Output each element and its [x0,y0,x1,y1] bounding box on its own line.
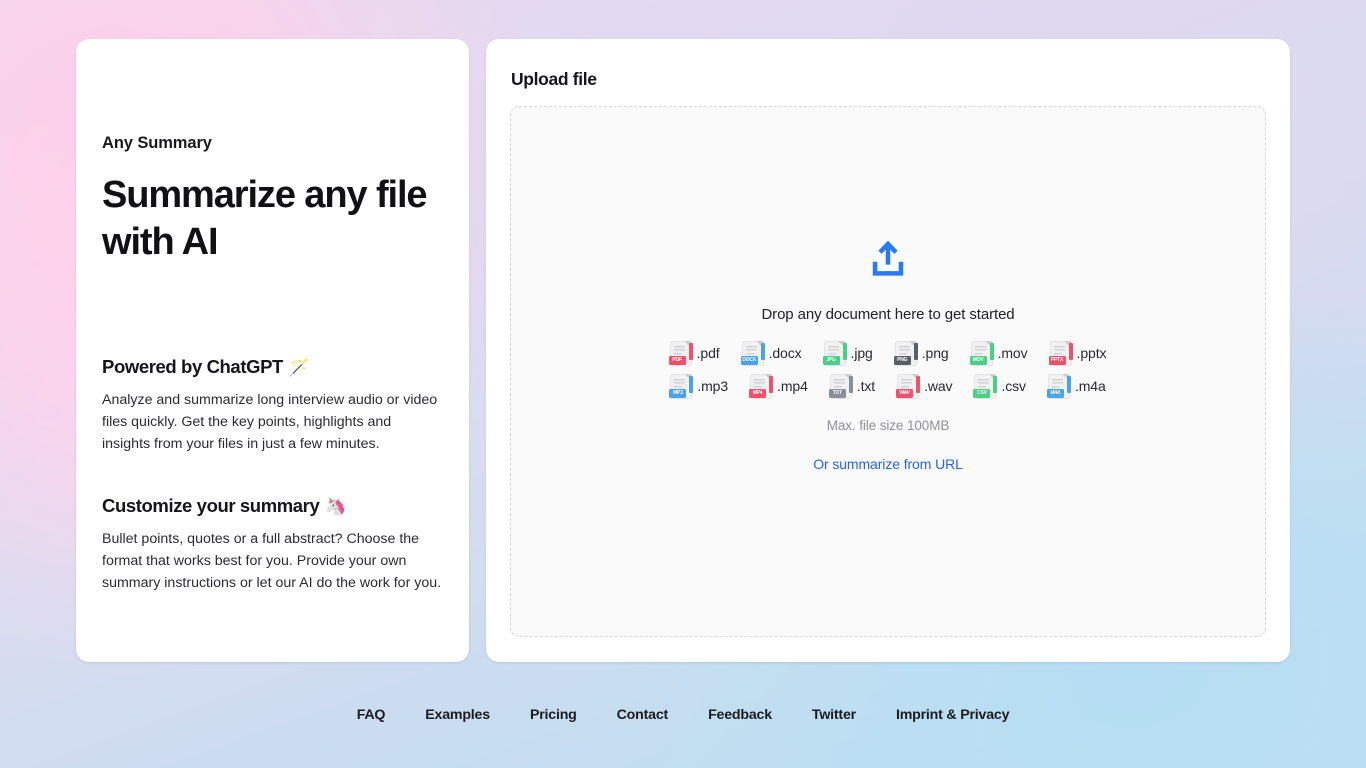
feature-customize-your-summary: Customize your summary 🦄 Bullet points, … [102,495,443,594]
file-type-mov: MOV .mov [971,341,1028,366]
feature-body: Bullet points, quotes or a full abstract… [102,528,443,594]
footer-link-faq[interactable]: FAQ [337,701,406,729]
max-file-size-label: Max. file size 100MB [827,418,950,433]
file-type-label: .m4a [1075,378,1106,394]
file-type-wav: WAV .wav [897,374,952,399]
brand-name: Any Summary [102,134,443,153]
file-type-png: PNG .png [895,341,949,366]
file-type-label: .png [922,345,949,361]
summarize-from-url-link[interactable]: Or summarize from URL [813,456,963,472]
file-type-pdf: PDF .pdf [670,341,720,366]
feature-powered-by-chatgpt: Powered by ChatGPT 🪄 Analyze and summari… [102,356,443,455]
magic-wand-icon: 🪄 [289,359,310,376]
feature-title-text: Powered by ChatGPT [102,356,283,378]
mov-file-icon: MOV [971,341,993,366]
pdf-file-icon: PDF [670,341,692,366]
m4a-file-icon: M4A [1048,374,1070,399]
file-type-docx: DOCX .docx [742,341,802,366]
footer-nav: FAQExamplesPricingContactFeedbackTwitter… [0,662,1366,768]
file-type-mp3: MP3 .mp3 [670,374,728,399]
file-type-label: .txt [857,378,875,394]
footer-link-twitter[interactable]: Twitter [792,701,876,729]
csv-file-icon: CSV [974,374,996,399]
dropzone-content: Drop any document here to get started PD… [670,238,1107,472]
upload-arrow-icon [867,238,909,280]
pptx-file-icon: PPTX [1050,341,1072,366]
file-type-csv: CSV .csv [974,374,1026,399]
file-type-label: .csv [1001,378,1026,394]
info-card: Any Summary Summarize any file with AI P… [76,39,469,662]
upload-section-title: Upload file [511,69,1266,90]
file-type-label: .wav [924,378,952,394]
mp3-file-icon: MP3 [670,374,692,399]
file-type-pptx: PPTX .pptx [1050,341,1107,366]
mp4-file-icon: MP4 [750,374,772,399]
file-type-txt: TXT .txt [830,374,875,399]
file-type-row-2: MP3 .mp3 MP4 .mp4 TXT .txt WAV .wav CSV .csv M4A .m… [670,374,1105,399]
footer-link-pricing[interactable]: Pricing [510,701,597,729]
panels-container: Any Summary Summarize any file with AI P… [0,0,1366,662]
feature-title-text: Customize your summary [102,495,319,517]
file-type-label: .mp4 [777,378,808,394]
file-type-label: .docx [769,345,802,361]
footer-link-examples[interactable]: Examples [405,701,510,729]
docx-file-icon: DOCX [742,341,764,366]
unicorn-icon: 🦄 [325,498,346,515]
footer-link-imprint-privacy[interactable]: Imprint & Privacy [876,701,1029,729]
feature-body: Analyze and summarize long interview aud… [102,389,443,455]
file-type-label: .pdf [697,345,720,361]
file-type-label: .mp3 [697,378,728,394]
jpg-file-icon: JPG [824,341,846,366]
page-root: Any Summary Summarize any file with AI P… [0,0,1366,768]
file-dropzone[interactable]: Drop any document here to get started PD… [510,106,1266,637]
file-type-mp4: MP4 .mp4 [750,374,808,399]
dropzone-heading: Drop any document here to get started [761,306,1014,323]
file-type-row-1: PDF .pdf DOCX .docx JPG .jpg PNG .png MOV .mov PPT… [670,341,1107,366]
footer-link-feedback[interactable]: Feedback [688,701,792,729]
page-title: Summarize any file with AI [102,172,443,266]
png-file-icon: PNG [895,341,917,366]
feature-title: Customize your summary 🦄 [102,495,443,517]
file-type-label: .jpg [851,345,873,361]
feature-title: Powered by ChatGPT 🪄 [102,356,443,378]
footer-link-contact[interactable]: Contact [597,701,688,729]
file-type-label: .pptx [1077,345,1107,361]
file-type-label: .mov [998,345,1028,361]
supported-file-types: PDF .pdf DOCX .docx JPG .jpg PNG .png MOV .mov PPT… [670,341,1107,399]
file-type-m4a: M4A .m4a [1048,374,1106,399]
file-type-jpg: JPG .jpg [824,341,873,366]
txt-file-icon: TXT [830,374,852,399]
upload-card: Upload file Drop any document here to ge… [486,39,1290,662]
wav-file-icon: WAV [897,374,919,399]
